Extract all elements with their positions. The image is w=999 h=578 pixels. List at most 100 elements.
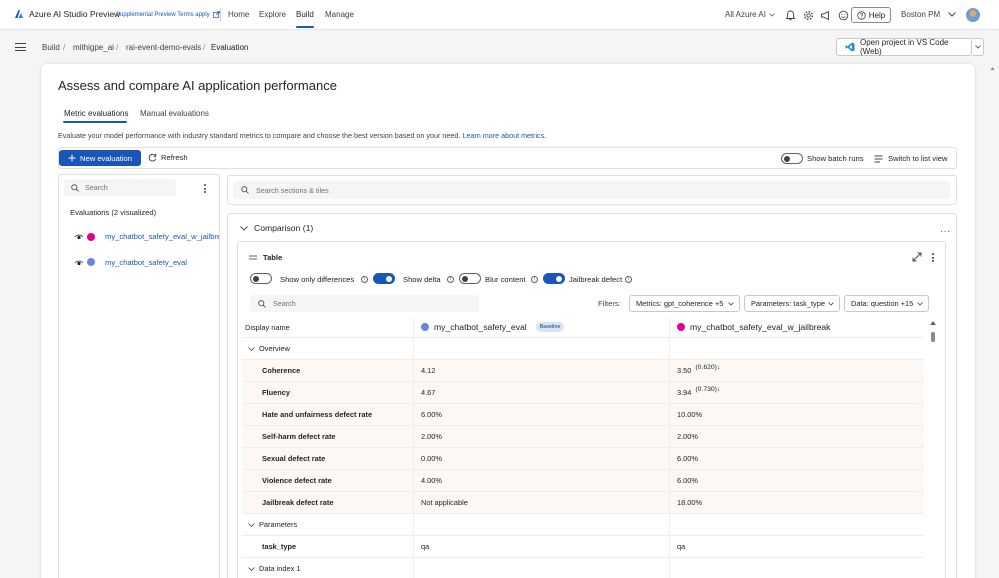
open-vscode-button[interactable]: Open project in VS Code (Web) (836, 38, 972, 56)
data-filter-label: Data: question +15 (851, 299, 914, 308)
parameters-filter-dropdown[interactable]: Parameters: task_type (744, 295, 840, 312)
metric-value: 18.00% (677, 498, 703, 507)
emoji-smile-icon[interactable] (836, 8, 850, 22)
refresh-button[interactable]: Refresh (148, 153, 188, 162)
table-more-options-icon[interactable] (932, 253, 935, 264)
blur-content-toggle[interactable] (459, 273, 481, 284)
tab-active-indicator (63, 121, 127, 123)
nav-home[interactable]: Home (228, 10, 249, 19)
nav-explore[interactable]: Explore (259, 10, 286, 19)
data-filter-dropdown[interactable]: Data: question +15 (844, 295, 929, 312)
search-placeholder: Search sections & tiles (256, 185, 329, 195)
page-scrollbar[interactable] (990, 66, 995, 574)
directory-selector[interactable]: Boston PM (901, 10, 956, 19)
evaluation-link-jailbreak[interactable]: my_chatbot_safety_eval_w_jailbreak (105, 232, 219, 241)
jailbreak-defect-toggle[interactable] (543, 273, 565, 284)
external-link-icon (212, 11, 220, 18)
column-title: my_chatbot_safety_eval_w_jailbreak (690, 322, 831, 332)
breadcrumb-project[interactable]: mithigpe_ai (73, 43, 114, 52)
brand-name: Azure AI Studio Preview (29, 9, 121, 19)
top-navigation-bar: Azure AI Studio Preview Supplemental Pre… (0, 0, 999, 30)
new-evaluation-button[interactable]: New evaluation (59, 150, 141, 166)
sections-search-input[interactable]: Search sections & tiles (233, 181, 950, 199)
comparison-title: Comparison (1) (254, 223, 314, 233)
series-color-dot (87, 258, 95, 266)
menu-hamburger-icon[interactable] (15, 43, 26, 54)
breadcrumb-current: Evaluation (211, 43, 249, 52)
metric-name: Fluency (262, 388, 290, 397)
table-scrollbar[interactable] (929, 320, 937, 578)
show-only-differences-toggle[interactable] (250, 273, 272, 284)
directory-label: Boston PM (901, 10, 941, 19)
expand-icon[interactable] (912, 252, 922, 262)
table-row: Coherence 4.12 3.50 (0.620)↓ (242, 360, 924, 382)
avatar[interactable] (966, 8, 980, 22)
metric-value-baseline: 0.00% (413, 448, 669, 469)
table-row: Hate and unfairness defect rate 6.00% 10.0… (242, 404, 924, 426)
comparison-table: Display name my_chatbot_safety_eval Base… (242, 317, 924, 578)
vscode-icon (845, 42, 855, 52)
metric-value-baseline: 4.00% (413, 470, 669, 491)
empty-cell (669, 514, 924, 535)
drag-handle-icon[interactable] (249, 255, 257, 260)
visibility-eye-icon[interactable] (75, 234, 83, 240)
plus-icon (68, 154, 76, 162)
vscode-options-chevron-down-icon[interactable] (972, 38, 984, 56)
metric-name: Hate and unfairness defect rate (262, 410, 373, 419)
nav-build[interactable]: Build (296, 10, 314, 19)
group-title: Data index 1 (259, 564, 301, 573)
metric-rows: Coherence 4.12 3.50 (0.620)↓ Fluency 4.67 3.94… (242, 360, 924, 514)
help-button[interactable]: Help (851, 7, 891, 23)
comparison-more-icon[interactable]: ··· (940, 226, 951, 236)
jailbreak-defect-label: Jailbreak defect (569, 275, 623, 284)
feedback-megaphone-icon[interactable] (818, 8, 832, 22)
group-row-parameters[interactable]: Parameters (242, 514, 924, 536)
table-row: Jailbreak defect rate Not applicable 18.00… (242, 492, 924, 514)
tab-manual-evaluations[interactable]: Manual evaluations (140, 109, 209, 118)
parameter-name: task_type (262, 542, 297, 551)
metrics-filter-dropdown[interactable]: Metrics: gpt_coherence +5 (629, 295, 740, 312)
column-title: my_chatbot_safety_eval (434, 322, 527, 332)
evaluations-search-input[interactable]: Search (64, 179, 176, 196)
comparison-header[interactable]: Comparison (1) (240, 223, 313, 233)
parameter-value: qa (669, 536, 924, 557)
brand[interactable]: Azure AI Studio Preview (14, 9, 120, 19)
info-icon[interactable]: i (531, 276, 538, 283)
switch-to-list-view-button[interactable]: Switch to list view (874, 154, 948, 163)
baseline-badge: Baseline (535, 322, 565, 332)
show-delta-toggle[interactable] (373, 273, 395, 284)
info-icon[interactable]: i (625, 276, 632, 283)
visibility-eye-icon[interactable] (75, 260, 83, 266)
question-circle-icon (857, 10, 866, 20)
tab-metric-evaluations[interactable]: Metric evaluations (64, 109, 128, 118)
group-row-overview[interactable]: Overview (242, 338, 924, 360)
show-batch-runs-toggle[interactable] (781, 153, 803, 164)
notifications-bell-icon[interactable] (783, 8, 797, 22)
breadcrumb-build[interactable]: Build (42, 43, 60, 52)
info-icon[interactable]: i (361, 276, 368, 283)
preview-terms-label: Supplemental Preview Terms apply (116, 11, 210, 18)
info-icon[interactable]: i (447, 276, 454, 283)
learn-more-link[interactable]: Learn more about metrics (462, 131, 544, 140)
nav-manage[interactable]: Manage (325, 10, 354, 19)
settings-gear-icon[interactable] (801, 8, 815, 22)
metric-value: 6.00% (677, 454, 698, 463)
show-batch-runs-label: Show batch runs (807, 154, 864, 163)
chevron-down-icon (828, 301, 834, 306)
evaluation-link-safety[interactable]: my_chatbot_safety_eval (105, 258, 187, 267)
breadcrumb-hub[interactable]: rai-event-demo-evals (126, 43, 201, 52)
table-row: Violence defect rate 4.00% 6.00% (242, 470, 924, 492)
metric-value-compare: 6.00% (669, 470, 924, 491)
table-scrollbar-thumb[interactable] (931, 332, 935, 342)
preview-terms-link[interactable]: Supplemental Preview Terms apply (116, 11, 220, 18)
metric-delta: (0.730)↓ (695, 386, 721, 393)
table-search-input[interactable]: Search (250, 295, 479, 312)
search-placeholder: Search (85, 183, 108, 192)
metric-value-baseline: 2.00% (413, 426, 669, 447)
group-label: Overview (242, 338, 413, 359)
group-row-data-index[interactable]: Data index 1 (242, 558, 924, 578)
scope-label: All Azure AI (725, 10, 766, 19)
empty-cell (413, 514, 669, 535)
scope-selector[interactable]: All Azure AI (725, 10, 775, 19)
more-options-icon[interactable] (204, 184, 207, 195)
